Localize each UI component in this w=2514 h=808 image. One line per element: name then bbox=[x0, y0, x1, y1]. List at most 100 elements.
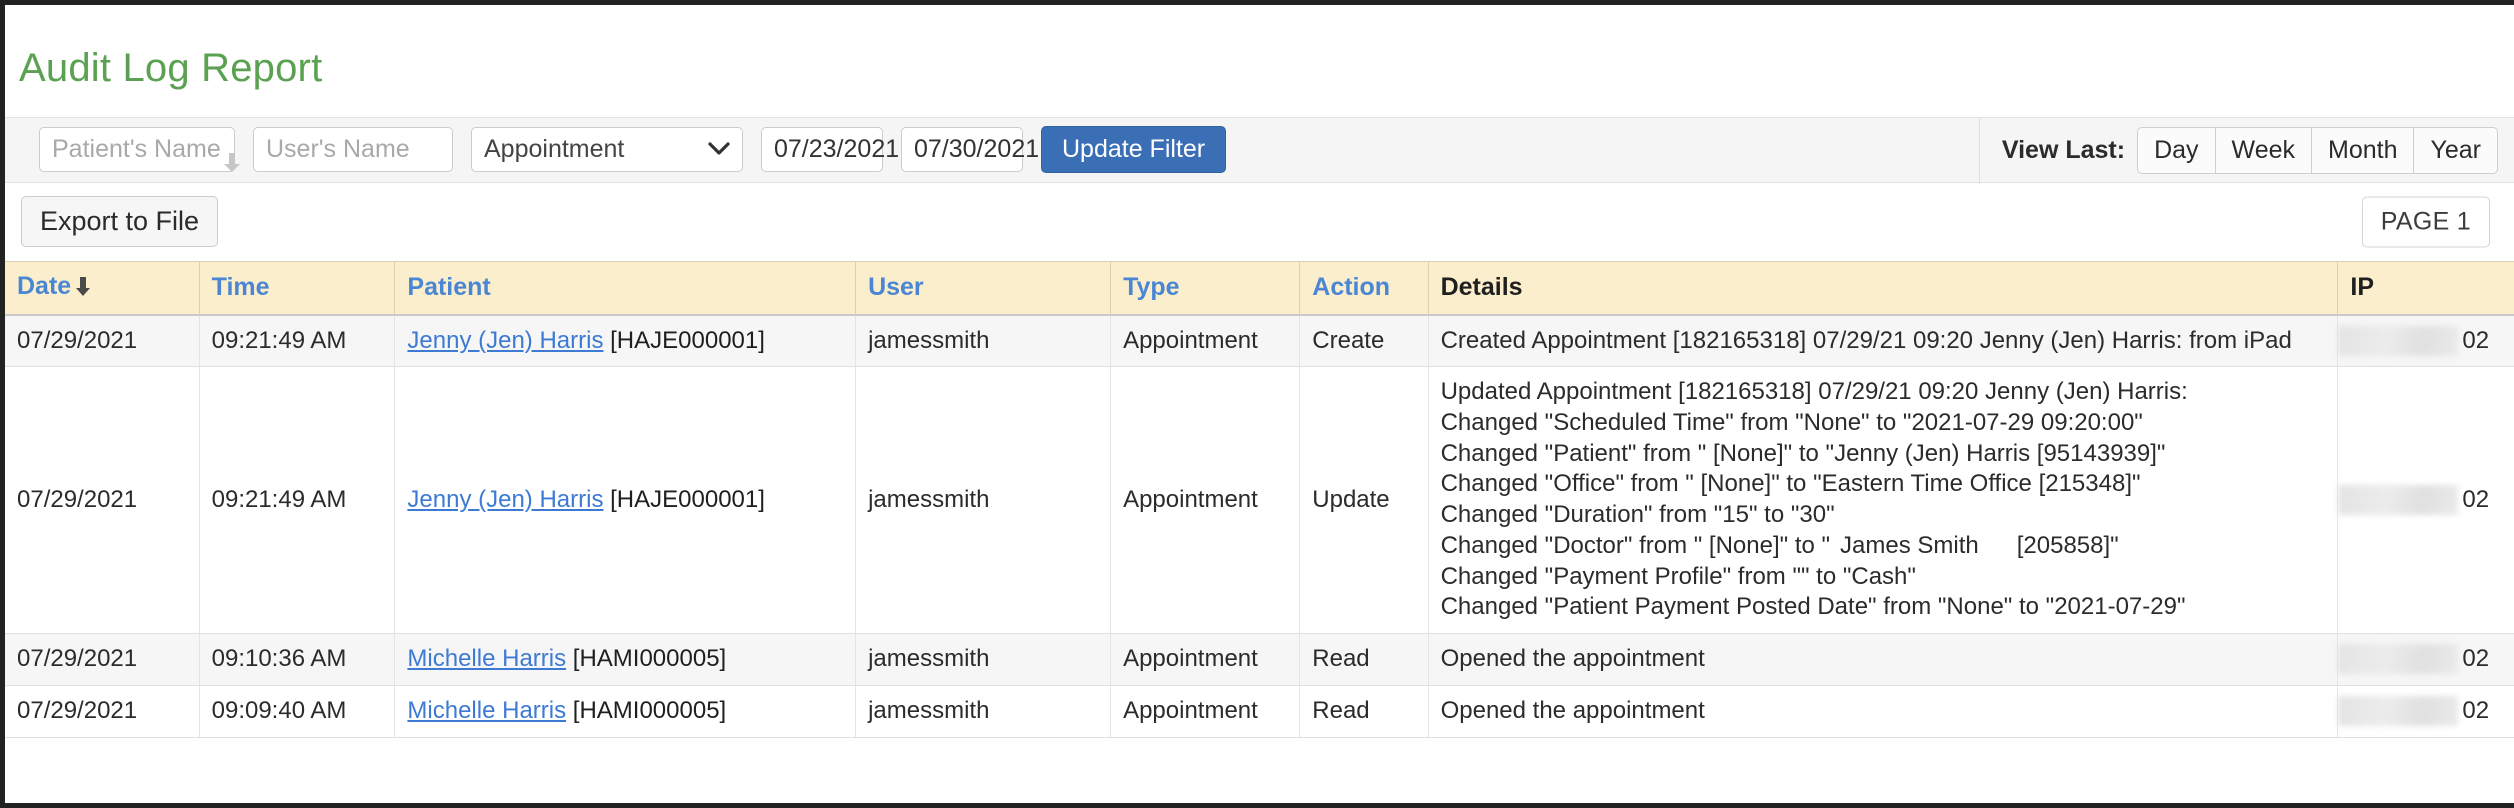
type-select-value: Appointment bbox=[484, 135, 625, 164]
ip-redacted-block bbox=[2338, 485, 2459, 516]
cell-time: 09:21:49 AM bbox=[199, 314, 396, 368]
table-header: Date Time Patient User Type Action Detai… bbox=[5, 260, 2514, 316]
view-last-group: View Last: Day Week Month Year bbox=[1978, 117, 2514, 184]
patient-link[interactable]: Michelle Harris bbox=[407, 697, 566, 724]
column-header-action-label: Action bbox=[1312, 273, 1391, 302]
column-header-user[interactable]: User bbox=[855, 260, 1112, 316]
cell-details: Opened the appointment bbox=[1428, 633, 2339, 686]
details-line: Changed "Office" from " [None]" to "East… bbox=[1440, 470, 2141, 498]
patient-name-placeholder: Patient's Name bbox=[52, 135, 221, 164]
cell-time: 09:21:49 AM bbox=[199, 366, 396, 635]
audit-log-report-page: Audit Log Report Patient's Name User's N… bbox=[0, 0, 2514, 808]
details-line: Opened the appointment bbox=[1440, 696, 1705, 724]
view-last-month-button[interactable]: Month bbox=[2312, 127, 2415, 175]
ip-tail: 02 bbox=[2462, 645, 2490, 673]
column-header-user-label: User bbox=[868, 273, 924, 302]
details-line: Changed "Payment Profile" from "" to "Ca… bbox=[1440, 562, 1916, 590]
cell-date: 07/29/2021 bbox=[5, 685, 200, 738]
view-last-day-button[interactable]: Day bbox=[2137, 127, 2216, 175]
patient-link[interactable]: Michelle Harris bbox=[407, 645, 566, 672]
column-header-time[interactable]: Time bbox=[199, 260, 396, 316]
table-row: 07/29/2021 09:10:36 AM Michelle Harris [… bbox=[5, 633, 2514, 686]
cell-date: 07/29/2021 bbox=[5, 633, 200, 686]
cell-details: Updated Appointment [182165318] 07/29/21… bbox=[1428, 366, 2339, 635]
ip-tail: 02 bbox=[2462, 485, 2490, 513]
column-header-details: Details bbox=[1428, 260, 2339, 316]
column-header-ip-label: IP bbox=[2350, 273, 2375, 302]
update-filter-button[interactable]: Update Filter bbox=[1041, 126, 1227, 174]
type-select[interactable]: Appointment bbox=[471, 127, 743, 173]
cell-type: Appointment bbox=[1110, 685, 1301, 738]
cell-type: Appointment bbox=[1110, 314, 1301, 368]
date-from-input[interactable]: 07/23/2021 bbox=[761, 127, 899, 173]
table-body: 07/29/2021 09:21:49 AM Jenny (Jen) Harri… bbox=[5, 314, 2514, 738]
view-last-year-button[interactable]: Year bbox=[2414, 127, 2498, 175]
doctor-line-suffix: [205858]" bbox=[2016, 531, 2119, 559]
column-header-patient-label: Patient bbox=[407, 273, 491, 302]
date-to-value: 07/30/2021 bbox=[914, 135, 1040, 164]
cell-date: 07/29/2021 bbox=[5, 314, 200, 368]
cell-details: Created Appointment [182165318] 07/29/21… bbox=[1428, 314, 2339, 368]
cell-action: Create bbox=[1299, 314, 1429, 368]
table-row: 07/29/2021 09:21:49 AM Jenny (Jen) Harri… bbox=[5, 314, 2514, 368]
column-header-type-label: Type bbox=[1123, 273, 1180, 302]
view-last-buttons: Day Week Month Year bbox=[2137, 127, 2498, 175]
cell-ip: 02 bbox=[2337, 366, 2514, 635]
cell-ip: 02 bbox=[2337, 314, 2514, 368]
details-line: Changed "Scheduled Time" from "None" to … bbox=[1440, 409, 2143, 437]
details-line: Updated Appointment [182165318] 07/29/21… bbox=[1440, 378, 2188, 406]
arrow-down-icon bbox=[74, 275, 92, 304]
date-from-value: 07/23/2021 bbox=[774, 135, 900, 164]
details-line: Changed "Duration" from "15" to "30" bbox=[1440, 501, 1835, 529]
cell-user: jamessmith bbox=[855, 633, 1112, 686]
ip-redacted-block bbox=[2338, 325, 2459, 356]
doctor-line-name: James Smith bbox=[1840, 531, 1979, 559]
cell-patient: Michelle Harris [HAMI000005] bbox=[394, 633, 857, 686]
ip-tail: 02 bbox=[2462, 326, 2490, 354]
cell-action: Read bbox=[1299, 685, 1429, 738]
cell-user: jamessmith bbox=[855, 314, 1112, 368]
column-header-details-label: Details bbox=[1440, 273, 1523, 302]
export-to-file-button[interactable]: Export to File bbox=[21, 196, 219, 248]
date-to-input[interactable]: 07/30/2021 bbox=[901, 127, 1039, 173]
details-line: Changed "Patient Payment Posted Date" fr… bbox=[1440, 593, 2186, 621]
action-row: Export to File PAGE 1 bbox=[5, 183, 2514, 261]
cell-patient: Jenny (Jen) Harris [HAJE000001] bbox=[394, 366, 857, 635]
details-line: Opened the appointment bbox=[1440, 645, 1705, 673]
details-line: Created Appointment [182165318] 07/29/21… bbox=[1440, 326, 2292, 354]
cell-user: jamessmith bbox=[855, 685, 1112, 738]
patient-link[interactable]: Jenny (Jen) Harris bbox=[407, 327, 603, 354]
user-name-input[interactable]: User's Name bbox=[253, 127, 453, 173]
cell-ip: 02 bbox=[2337, 633, 2514, 686]
cell-action: Update bbox=[1299, 366, 1429, 635]
column-header-type[interactable]: Type bbox=[1110, 260, 1301, 316]
patient-code: [HAMI000005] bbox=[572, 696, 727, 724]
column-header-patient[interactable]: Patient bbox=[394, 260, 857, 316]
cell-patient: Michelle Harris [HAMI000005] bbox=[394, 685, 857, 738]
details-line-doctor: Changed "Doctor" from " [None]" to " Jame… bbox=[1441, 531, 2328, 562]
page-title: Audit Log Report bbox=[19, 45, 323, 90]
patient-code: [HAJE000001] bbox=[610, 485, 765, 513]
details-line: Changed "Patient" from " [None]" to "Jen… bbox=[1440, 439, 2166, 467]
cell-action: Read bbox=[1299, 633, 1429, 686]
filter-bar: Patient's Name User's Name Appointment 0… bbox=[5, 116, 2514, 184]
table-header-row: Date Time Patient User Type Action Detai… bbox=[5, 260, 2514, 316]
view-last-week-button[interactable]: Week bbox=[2215, 127, 2312, 175]
cell-ip: 02 bbox=[2337, 685, 2514, 738]
column-header-date-label: Date bbox=[17, 271, 72, 300]
patient-link[interactable]: Jenny (Jen) Harris bbox=[407, 486, 603, 513]
cell-date: 07/29/2021 bbox=[5, 366, 200, 635]
patient-name-input[interactable]: Patient's Name bbox=[39, 127, 240, 173]
table-row: 07/29/2021 09:09:40 AM Michelle Harris [… bbox=[5, 685, 2514, 738]
column-header-date[interactable]: Date bbox=[5, 260, 200, 316]
cell-details: Opened the appointment bbox=[1428, 685, 2339, 738]
column-header-ip: IP bbox=[2337, 260, 2514, 316]
chevron-down-icon bbox=[708, 135, 730, 164]
user-name-placeholder: User's Name bbox=[266, 135, 410, 164]
cell-type: Appointment bbox=[1110, 633, 1301, 686]
table-row: 07/29/2021 09:21:49 AM Jenny (Jen) Harri… bbox=[5, 366, 2514, 635]
patient-code: [HAMI000005] bbox=[572, 645, 727, 673]
column-header-action[interactable]: Action bbox=[1299, 260, 1429, 316]
ip-redacted-block bbox=[2338, 644, 2459, 675]
page-indicator-button[interactable]: PAGE 1 bbox=[2361, 196, 2490, 248]
